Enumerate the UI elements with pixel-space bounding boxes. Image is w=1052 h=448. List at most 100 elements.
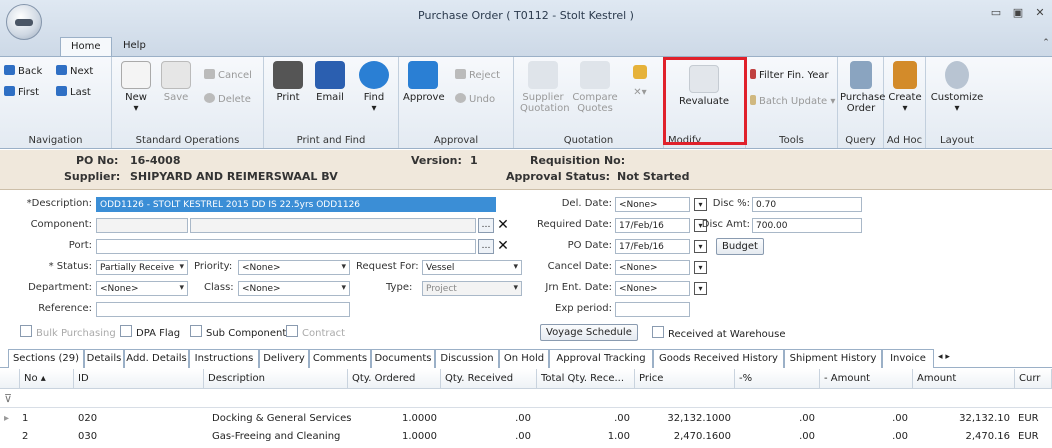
bulk-purchasing-checkbox[interactable]: Bulk Purchasing: [20, 325, 116, 339]
tab-instructions[interactable]: Instructions: [189, 349, 259, 368]
cell-price[interactable]: 32,132.1000: [635, 410, 731, 428]
description-input[interactable]: ODD1126 - STOLT KESTREL 2015 DD IS 22.5y…: [96, 197, 496, 212]
del-date-dropdown[interactable]: ▾: [694, 198, 707, 211]
sub-component-checkbox[interactable]: Sub Component: [190, 325, 286, 339]
jrn-ent-date-input[interactable]: <None>: [615, 281, 690, 296]
required-date-input[interactable]: 17/Feb/16: [615, 218, 690, 233]
col-description[interactable]: Description: [204, 369, 348, 389]
cell-price[interactable]: 2,470.1600: [635, 428, 731, 446]
contract-checkbox[interactable]: Contract: [286, 325, 345, 339]
cell-description[interactable]: Docking & General Services: [212, 410, 351, 428]
undo-button[interactable]: Undo: [455, 93, 495, 106]
col-amount[interactable]: Amount: [913, 369, 1015, 389]
col-total-qty-received[interactable]: Total Qty. Rece...: [537, 369, 635, 389]
col-qty-received[interactable]: Qty. Received: [441, 369, 537, 389]
collapse-ribbon-icon[interactable]: ⌃: [1036, 38, 1052, 54]
cell-no[interactable]: 1: [22, 410, 28, 428]
tab-goods-received-history[interactable]: Goods Received History: [653, 349, 784, 368]
filter-fin-year-button[interactable]: Filter Fin. Year: [750, 69, 829, 82]
back-button[interactable]: Back: [4, 65, 42, 78]
cell-amount[interactable]: 32,132.10: [913, 410, 1010, 428]
cell-total-qty-received[interactable]: 1.00: [537, 428, 630, 446]
del-date-input[interactable]: <None>: [615, 197, 690, 212]
tab-shipment-history[interactable]: Shipment History: [784, 349, 882, 368]
po-date-dropdown[interactable]: ▾: [694, 240, 707, 253]
tab-help[interactable]: Help: [113, 37, 156, 56]
priority-select[interactable]: <None>: [238, 260, 350, 275]
tab-scroll-arrows[interactable]: ◂ ▸: [938, 352, 950, 362]
first-button[interactable]: First: [4, 86, 39, 99]
cell-pct[interactable]: .00: [735, 410, 815, 428]
cell-description[interactable]: Gas-Freeing and Cleaning: [212, 428, 340, 446]
request-for-select[interactable]: Vessel: [422, 260, 522, 275]
col-minus-amount[interactable]: - Amount: [820, 369, 913, 389]
disc-pct-input[interactable]: 0.70: [752, 197, 862, 212]
cell-qty-ordered[interactable]: 1.0000: [348, 428, 437, 446]
restore-icon[interactable]: ▣: [1008, 6, 1028, 22]
cell-minus-amount[interactable]: .00: [820, 410, 908, 428]
tab-invoice[interactable]: Invoice: [882, 349, 934, 368]
reference-input[interactable]: [96, 302, 350, 317]
cancel-button[interactable]: Cancel: [204, 69, 252, 82]
component-code-input[interactable]: [96, 218, 188, 233]
minimize-icon[interactable]: ▭: [986, 6, 1006, 22]
tab-documents[interactable]: Documents: [371, 349, 435, 368]
print-button[interactable]: Print: [270, 61, 306, 103]
customize-button[interactable]: Customize ▾: [928, 61, 986, 114]
tab-home[interactable]: Home: [60, 37, 112, 56]
cell-minus-amount[interactable]: .00: [820, 428, 908, 446]
delete-button[interactable]: Delete: [204, 93, 251, 106]
tab-on-hold[interactable]: On Hold: [499, 349, 549, 368]
class-select[interactable]: <None>: [238, 281, 350, 296]
tab-comments[interactable]: Comments: [309, 349, 371, 368]
cell-currency[interactable]: EUR: [1018, 410, 1039, 428]
component-browse-button[interactable]: …: [478, 218, 494, 233]
po-date-input[interactable]: 17/Feb/16: [615, 239, 690, 254]
tab-add-details[interactable]: Add. Details: [124, 349, 189, 368]
received-at-warehouse-checkbox[interactable]: Received at Warehouse: [652, 326, 785, 340]
cancel-date-input[interactable]: <None>: [615, 260, 690, 275]
col-currency[interactable]: Curr: [1015, 369, 1052, 389]
cell-id[interactable]: 030: [78, 428, 97, 446]
tab-sections[interactable]: Sections (29): [8, 349, 84, 368]
cell-id[interactable]: 020: [78, 410, 97, 428]
department-select[interactable]: <None>: [96, 281, 188, 296]
cell-qty-received[interactable]: .00: [441, 410, 531, 428]
col-price[interactable]: Price: [635, 369, 735, 389]
cell-amount[interactable]: 2,470.16: [913, 428, 1010, 446]
status-select[interactable]: Partially Receive: [96, 260, 188, 275]
supplier-quotation-button[interactable]: Supplier Quotation: [520, 61, 570, 114]
cell-qty-ordered[interactable]: 1.0000: [348, 410, 437, 428]
component-name-input[interactable]: [190, 218, 476, 233]
email-button[interactable]: Email: [312, 61, 348, 103]
budget-button[interactable]: Budget: [716, 238, 764, 255]
jrn-ent-date-dropdown[interactable]: ▾: [694, 282, 707, 295]
approve-button[interactable]: Approve: [403, 61, 445, 103]
close-icon[interactable]: ✕: [1030, 6, 1050, 22]
cell-no[interactable]: 2: [22, 428, 28, 446]
port-clear-icon[interactable]: ✕: [496, 239, 510, 254]
next-button[interactable]: Next: [56, 65, 93, 78]
type-select[interactable]: Project: [422, 281, 522, 296]
cell-pct[interactable]: .00: [735, 428, 815, 446]
tab-discussion[interactable]: Discussion: [435, 349, 499, 368]
new-button[interactable]: New ▾: [118, 61, 154, 114]
tab-approval-tracking[interactable]: Approval Tracking: [549, 349, 653, 368]
disc-amt-input[interactable]: 700.00: [752, 218, 862, 233]
cancel-date-dropdown[interactable]: ▾: [694, 261, 707, 274]
cell-currency[interactable]: EUR: [1018, 428, 1039, 446]
compare-quotes-button[interactable]: Compare Quotes: [572, 61, 618, 114]
filter-row[interactable]: [0, 390, 1052, 408]
cell-total-qty-received[interactable]: .00: [537, 410, 630, 428]
component-clear-icon[interactable]: ✕: [496, 218, 510, 233]
tab-details[interactable]: Details: [84, 349, 124, 368]
col-qty-ordered[interactable]: Qty. Ordered: [348, 369, 441, 389]
find-button[interactable]: Find ▾: [356, 61, 392, 114]
port-input[interactable]: [96, 239, 476, 254]
reject-button[interactable]: Reject: [455, 69, 500, 82]
create-adhoc-button[interactable]: Create ▾: [886, 61, 924, 114]
port-browse-button[interactable]: …: [478, 239, 494, 254]
col-pct[interactable]: -%: [735, 369, 820, 389]
col-no[interactable]: No ▴: [20, 369, 74, 389]
cell-qty-received[interactable]: .00: [441, 428, 531, 446]
